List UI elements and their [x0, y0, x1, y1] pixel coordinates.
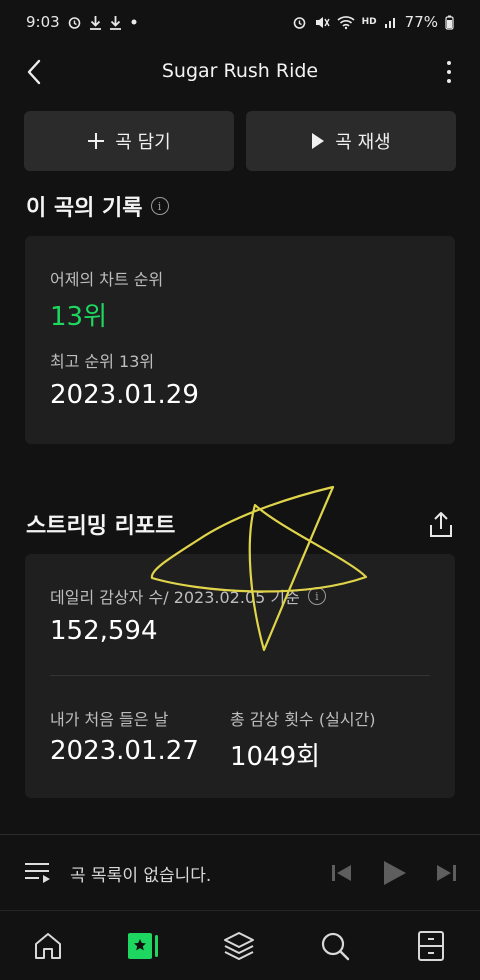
tab-my-music[interactable] — [124, 927, 162, 965]
search-icon — [321, 932, 350, 961]
tab-search[interactable] — [316, 927, 354, 965]
player-status-text: 곡 목록이 없습니다. — [70, 866, 212, 886]
status-right: HD 77% — [292, 13, 454, 31]
first-listen-value: 2023.01.27 — [50, 736, 199, 766]
play-song-button[interactable]: 곡 재생 — [246, 111, 456, 171]
tab-home[interactable] — [29, 927, 67, 965]
status-left: 9:03 — [26, 13, 139, 31]
bottom-tab-bar — [0, 910, 480, 980]
alarm-icon — [68, 16, 80, 29]
skip-next-icon — [437, 865, 456, 881]
more-dot — [447, 61, 451, 65]
best-rank-date: 2023.01.29 — [50, 380, 199, 410]
action-row: 곡 담기 곡 재생 — [24, 111, 456, 171]
mute-icon — [315, 16, 330, 28]
play-song-label: 곡 재생 — [335, 132, 391, 153]
more-options-button[interactable] — [434, 54, 464, 90]
home-icon — [35, 933, 61, 959]
drawer-icon — [418, 931, 444, 961]
more-dot — [447, 70, 451, 74]
play-button[interactable] — [378, 857, 410, 889]
my-music-icon — [128, 933, 158, 959]
wifi-icon — [337, 15, 355, 29]
skip-previous-icon — [332, 865, 351, 881]
download-icon — [89, 15, 101, 30]
info-icon[interactable]: i — [150, 197, 169, 215]
download-icon — [109, 15, 121, 30]
share-button[interactable] — [426, 510, 456, 540]
record-card: 어제의 차트 순위 13위 최고 순위 13위 2023.01.29 — [25, 236, 455, 444]
tab-drawer[interactable] — [412, 927, 450, 965]
hd-voice-label: HD — [361, 17, 377, 27]
chart-rank-label: 어제의 차트 순위 — [50, 270, 164, 289]
streaming-card: 데일리 감상자 수/ 2023.02.05 기준 i 152,594 내가 처음… — [25, 554, 455, 798]
add-song-button[interactable]: 곡 담기 — [24, 111, 234, 171]
share-icon — [430, 512, 452, 537]
mini-player: 곡 목록이 없습니다. — [0, 834, 480, 910]
more-dot — [447, 79, 451, 83]
info-icon[interactable]: i — [307, 587, 326, 605]
playlist-icon — [25, 863, 50, 883]
battery-percent: 77% — [404, 13, 438, 31]
library-icon — [224, 932, 254, 960]
card-divider — [50, 675, 430, 676]
daily-listeners-value: 152,594 — [50, 616, 158, 646]
alarm-icon — [293, 16, 305, 29]
record-title-text: 이 곡의 기록 — [26, 196, 143, 221]
add-song-label: 곡 담기 — [115, 132, 171, 153]
record-section-title: 이 곡의 기록 i — [26, 190, 169, 222]
best-rank-label: 최고 순위 13위 — [50, 352, 155, 371]
plus-icon — [88, 133, 105, 149]
daily-listeners-label: 데일리 감상자 수/ 2023.02.05 기준 — [50, 588, 300, 607]
dot-icon — [131, 19, 137, 25]
streaming-title-text: 스트리밍 리포트 — [26, 514, 176, 539]
status-bar: 9:03 HD 77% — [0, 0, 480, 44]
tab-library[interactable] — [220, 927, 258, 965]
chart-rank-value: 13위 — [50, 302, 108, 332]
play-icon — [384, 861, 406, 885]
clock: 9:03 — [26, 13, 60, 31]
page-title: Sugar Rush Ride — [161, 60, 319, 82]
streaming-section-title: 스트리밍 리포트 — [26, 508, 175, 540]
top-nav-bar: Sugar Rush Ride — [0, 44, 480, 100]
total-plays-value: 1049회 — [230, 742, 321, 772]
daily-listeners-label-row: 데일리 감상자 수/ 2023.02.05 기준 i — [50, 584, 326, 608]
next-button[interactable] — [430, 857, 462, 889]
first-listen-label: 내가 처음 들은 날 — [50, 710, 169, 729]
playlist-button[interactable] — [24, 859, 52, 887]
previous-button[interactable] — [326, 857, 358, 889]
total-plays-label: 총 감상 횟수 (실시간) — [230, 710, 376, 729]
play-icon — [312, 133, 325, 149]
signal-icon — [384, 18, 395, 28]
battery-icon — [445, 15, 454, 30]
